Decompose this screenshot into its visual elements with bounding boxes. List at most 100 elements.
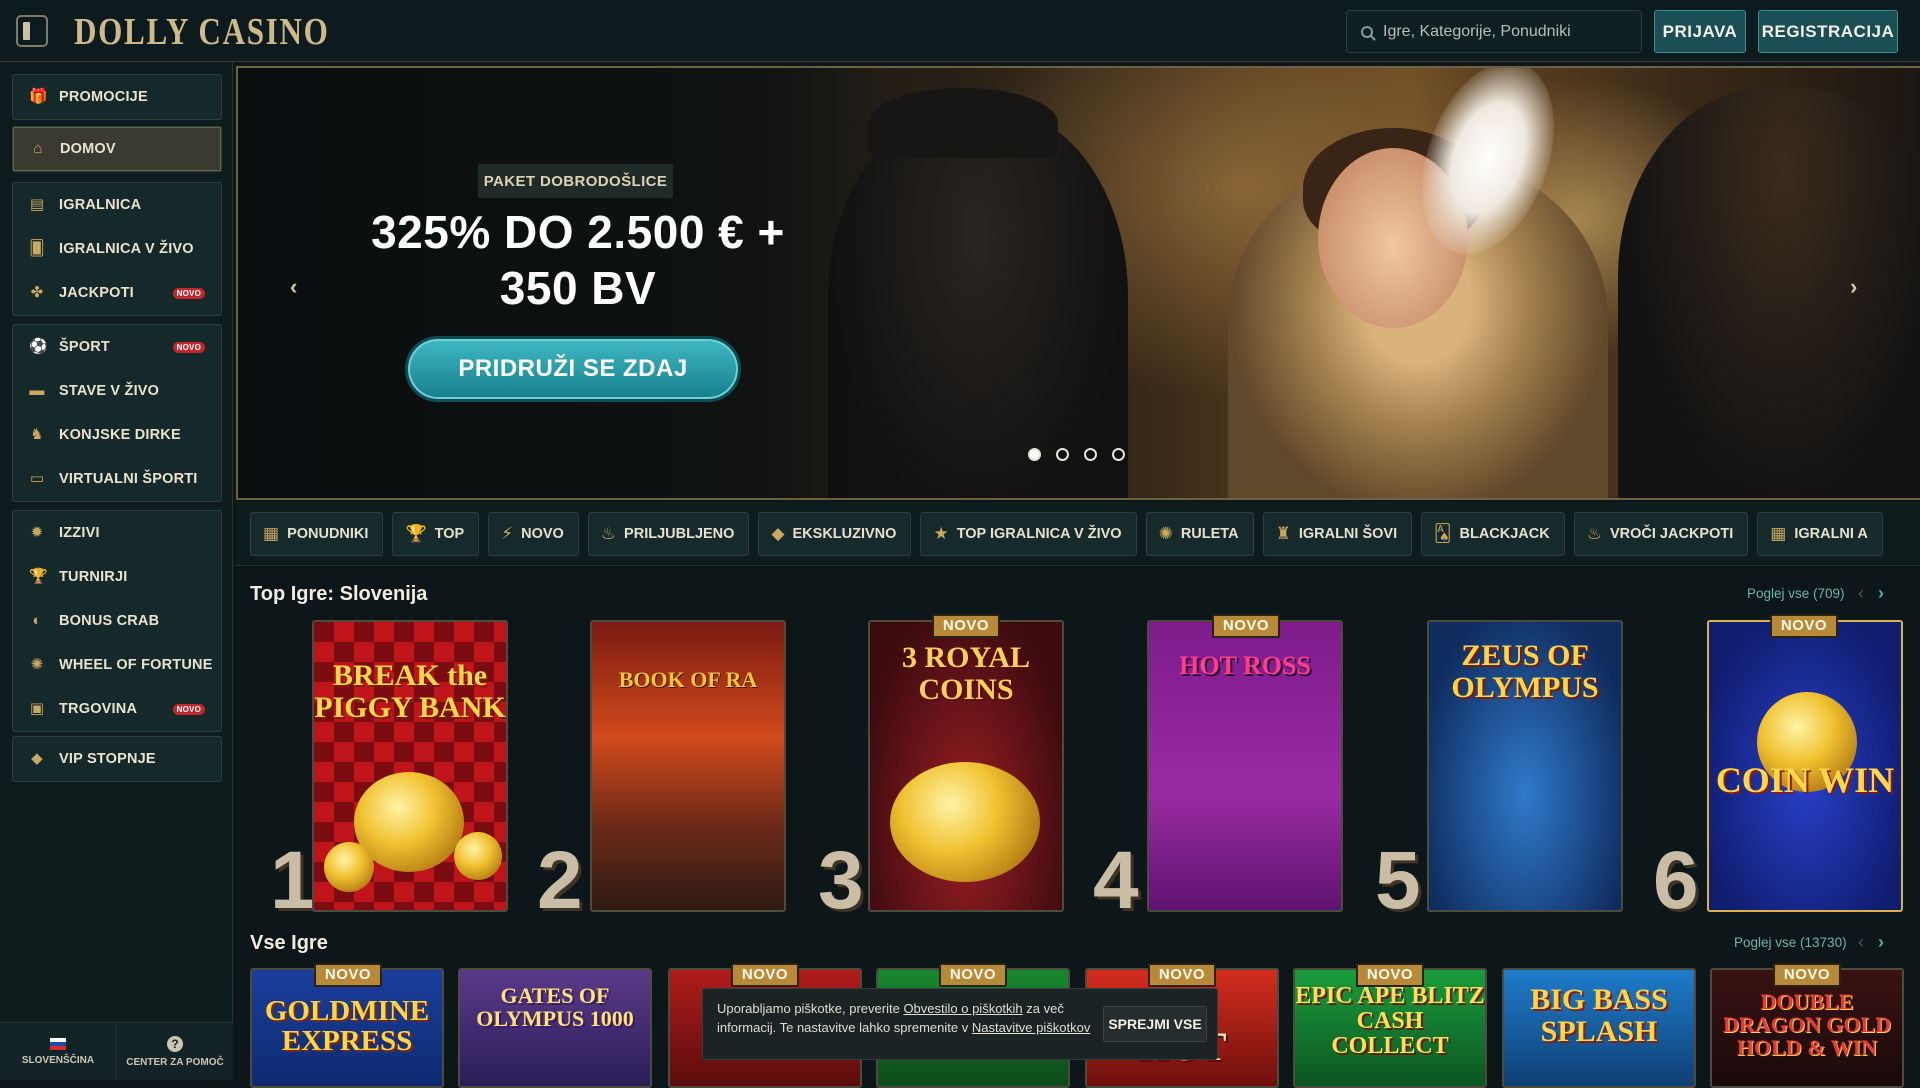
category-label: PONUDNIKI [287, 525, 369, 542]
category-chip[interactable]: ★ TOP IGRALNICA V ŽIVO [920, 511, 1137, 556]
sidebar-item-bonus-crab[interactable]: ◐ BONUS CRAB [13, 599, 221, 643]
sidebar-toggle-icon[interactable] [16, 15, 48, 47]
game-title: BREAK the PIGGY BANK [314, 659, 506, 724]
category-chip[interactable]: ♨ PRILJUBLJENO [587, 511, 750, 556]
sidebar-group-vip: ◆ VIP STOPNJE [12, 736, 222, 782]
hero-pagination [1028, 448, 1125, 461]
ticket-icon: ▬ [29, 382, 45, 399]
sidebar-item-virtual-sports[interactable]: ▭ VIRTUALNI ŠPORTI [13, 457, 221, 501]
category-chip[interactable]: 🏆 TOP [392, 511, 480, 556]
game-card[interactable]: GATES OF OLYMPUS 1000 [458, 968, 652, 1088]
hero-eyebrow: PAKET DOBRODOŠLICE [478, 164, 673, 198]
category-label: NOVO [521, 525, 564, 542]
hero-dot[interactable] [1112, 448, 1125, 461]
hero-dot[interactable] [1056, 448, 1069, 461]
category-label: PRILJUBLJENO [624, 525, 735, 542]
category-chip[interactable]: ▦ IGRALNI A [1757, 511, 1883, 556]
game-card[interactable]: HOT ROSS [1147, 620, 1343, 912]
game-card[interactable]: BOOK OF RA [590, 620, 786, 912]
sidebar-item-jackpots[interactable]: ✤ JACKPOTI NOVO [13, 271, 221, 315]
all-games-arrows: ‹ › [1858, 932, 1884, 953]
next-arrow-icon[interactable]: › [1878, 583, 1884, 603]
join-now-button[interactable]: PRIDRUŽI SE ZDAJ [405, 336, 741, 402]
sidebar-item-home[interactable]: ⌂ DOMOV [13, 127, 221, 171]
game-card[interactable]: BREAK the PIGGY BANK [312, 620, 508, 912]
category-chip[interactable]: ◆ EKSKLUZIVNO [758, 511, 912, 556]
category-chip[interactable]: ♨ VROČI JACKPOTI [1573, 511, 1749, 556]
cookie-settings-link[interactable]: Nastavitve piškotkov [972, 1020, 1091, 1035]
category-icon: ✺ [1158, 523, 1173, 543]
sidebar-item-shop[interactable]: ▣ TRGOVINA NOVO [13, 687, 221, 731]
game-card[interactable]: COIN WIN [1707, 620, 1903, 912]
shopping-bag-icon: ▣ [29, 700, 45, 717]
language-label: SLOVENŠČINA [21, 1054, 95, 1066]
all-games-view-all-link[interactable]: Poglej vse (13730) [1734, 935, 1847, 950]
hero-title-line-2: 350 BV [499, 262, 657, 314]
sidebar-item-tournaments[interactable]: 🏆 TURNIRJI [13, 555, 221, 599]
cookie-banner: Uporabljamo piškotke, preverite Obvestil… [702, 988, 1218, 1060]
hero-prev-arrow-icon[interactable]: ‹ [290, 274, 297, 300]
new-badge: NOVO [172, 287, 205, 299]
category-label: VROČI JACKPOTI [1609, 525, 1734, 542]
category-chip[interactable]: ✺ RULETA [1145, 511, 1254, 556]
sidebar-item-live-casino[interactable]: 🂠 IGRALNICA V ŽIVO [13, 227, 221, 271]
lightbulb-icon: ✹ [30, 524, 44, 541]
sidebar-group-promo: 🎁 PROMOCIJE [12, 74, 222, 120]
royal-coin [890, 762, 1040, 882]
prev-arrow-icon[interactable]: ‹ [1858, 932, 1864, 952]
next-arrow-icon[interactable]: › [1878, 932, 1884, 952]
help-center-button[interactable]: ? CENTER ZA POMOČ [116, 1023, 233, 1080]
language-selector[interactable]: SLOVENŠČINA [0, 1023, 116, 1080]
sidebar-item-wheel-of-fortune[interactable]: ✺ WHEEL OF FORTUNE [13, 643, 221, 687]
help-label: CENTER ZA POMOČ [126, 1056, 224, 1068]
game-title: BOOK OF RA [618, 667, 758, 692]
hero-dot[interactable] [1084, 448, 1097, 461]
login-button[interactable]: PRIJAVA [1654, 10, 1746, 53]
sidebar-item-sport[interactable]: ⚽ ŠPORT NOVO [13, 325, 221, 369]
brand-logo[interactable]: DOLLY CASINO [74, 10, 329, 54]
hero-banner[interactable]: PAKET DOBRODOŠLICE 325% DO 2.500 € + 350… [236, 66, 1920, 500]
new-tag: NOVO [1356, 963, 1424, 987]
sidebar-item-live-bets[interactable]: ▬ STAVE V ŽIVO [13, 369, 221, 413]
new-tag: NOVO [932, 614, 1000, 638]
category-icon: ▦ [263, 523, 280, 543]
game-card[interactable]: ZEUS OF OLYMPUS [1427, 620, 1623, 912]
hero-next-arrow-icon[interactable]: › [1850, 274, 1857, 300]
sidebar-item-casino[interactable]: ▤ IGRALNICA [13, 183, 221, 227]
game-title: HOT ROSS [1179, 651, 1311, 680]
category-icon: ⚡ [501, 523, 514, 543]
sidebar-item-challenges[interactable]: ✹ IZZIVI [13, 511, 221, 555]
sidebar-item-label: BONUS CRAB [59, 613, 160, 629]
category-chip[interactable]: 🂡 BLACKJACK [1421, 511, 1565, 556]
rank-number: 5 [1375, 835, 1421, 926]
category-label: IGRALNI A [1794, 525, 1868, 542]
category-chip[interactable]: ⚡ NOVO [488, 511, 579, 556]
sidebar-item-promotions[interactable]: 🎁 PROMOCIJE [13, 75, 221, 119]
accept-all-cookies-button[interactable]: SPREJMI VSE [1103, 1006, 1207, 1042]
top-games-arrows: ‹ › [1858, 583, 1884, 604]
category-chip[interactable]: ▦ PONUDNIKI [250, 511, 384, 556]
sidebar-item-vip[interactable]: ◆ VIP STOPNJE [13, 737, 221, 781]
hero-figure-man-right [1618, 88, 1920, 498]
ball-icon: ⚽ [29, 338, 48, 355]
rank-number: 4 [1093, 835, 1139, 926]
prev-arrow-icon[interactable]: ‹ [1858, 583, 1864, 603]
game-title: EPIC APE BLITZ CASH COLLECT [1295, 983, 1485, 1060]
top-games-view-all-link[interactable]: Poglej vse (709) [1747, 586, 1845, 601]
sidebar-item-label: IZZIVI [59, 525, 100, 541]
category-chip[interactable]: ♜ IGRALNI ŠOVI [1262, 511, 1413, 556]
cookie-text: Uporabljamo piškotke, preverite Obvestil… [717, 999, 1097, 1037]
cookie-notice-link[interactable]: Obvestilo o piškotkih [903, 1001, 1022, 1016]
search-input[interactable] [1383, 22, 1623, 41]
search-box[interactable] [1346, 10, 1642, 53]
sidebar-item-label: ŠPORT [59, 339, 110, 355]
game-card[interactable]: BIG BASS SPLASH [1502, 968, 1696, 1088]
sidebar-item-horse-racing[interactable]: ♞ KONJSKE DIRKE [13, 413, 221, 457]
register-button[interactable]: REGISTRACIJA [1758, 10, 1898, 53]
hero-dot[interactable] [1028, 448, 1041, 461]
sidebar: 🎁 PROMOCIJE ⌂ DOMOV ▤ IGRALNICA 🂠 IGRALNICA … [0, 62, 233, 1080]
gift-icon: 🎁 [29, 88, 48, 105]
game-title: DOUBLE DRAGON GOLD HOLD & WIN [1722, 989, 1892, 1061]
game-title: GOLDMINE EXPRESS [264, 995, 430, 1058]
game-card[interactable]: 3 ROYAL COINS [868, 620, 1064, 912]
